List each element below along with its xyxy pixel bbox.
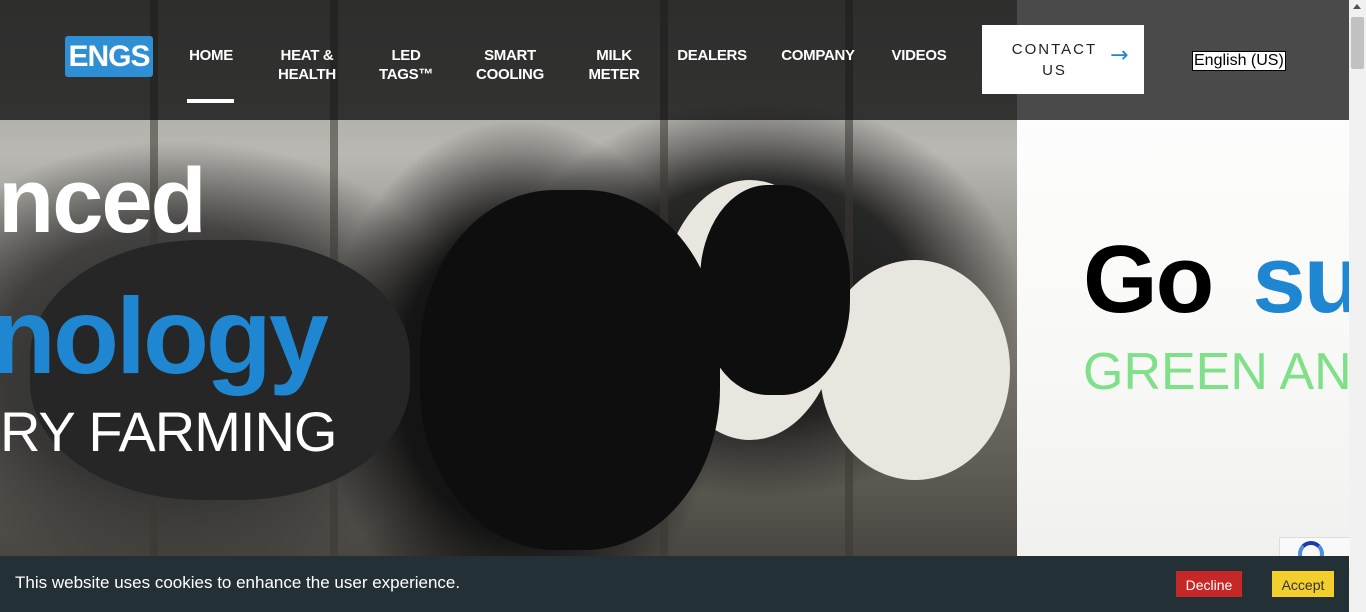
accept-button[interactable]: Accept	[1272, 571, 1334, 597]
engs-logo[interactable]: ENGS	[65, 36, 153, 77]
scrollbar-thumb[interactable]	[1351, 17, 1364, 69]
contact-line2: US	[1042, 62, 1067, 79]
nav-label: COOLING	[476, 66, 544, 83]
language-selector[interactable]: English (US)	[1192, 51, 1286, 71]
nav-label: HOME	[189, 47, 233, 64]
nav-label: VIDEOS	[891, 47, 947, 64]
nav-led-tags[interactable]: LED TAGS™	[376, 46, 436, 84]
nav-label: LED	[391, 47, 421, 64]
nav-label: TAGS™	[378, 66, 434, 83]
nav-label: COMPANY	[781, 47, 855, 64]
nav-label: DEALERS	[677, 47, 747, 64]
slide2-word-su: su	[1252, 226, 1349, 333]
nav-heat-health[interactable]: HEAT & HEALTH	[274, 46, 340, 84]
nav-milk-meter[interactable]: MILK METER	[586, 46, 642, 84]
slide2-word-go: Go	[1083, 226, 1214, 333]
slide2-subline: GREEN AN	[1083, 343, 1349, 401]
nav-videos[interactable]: VIDEOS	[889, 46, 949, 65]
contact-us-button[interactable]: CONTACT US →	[982, 25, 1144, 94]
scroll-up-arrow-icon[interactable]	[1353, 4, 1361, 9]
nav-label: HEAT &	[280, 47, 334, 64]
nav-label: HEALTH	[278, 66, 336, 83]
slide2-headline: Go su	[1083, 232, 1349, 328]
hero-headline-line2: nology	[0, 275, 329, 396]
arrow-right-icon: →	[1110, 43, 1129, 68]
hero-headline-line1: nced	[0, 150, 207, 252]
nav-active-indicator	[187, 99, 234, 103]
cow-image-part	[420, 190, 720, 550]
nav-label: MILK	[596, 47, 632, 64]
nav-company[interactable]: COMPANY	[778, 46, 858, 65]
decline-button[interactable]: Decline	[1176, 571, 1242, 597]
page-scrollbar[interactable]	[1349, 0, 1366, 612]
nav-home[interactable]: HOME	[188, 46, 234, 65]
cow-image-part	[700, 185, 850, 395]
nav-label: METER	[588, 66, 640, 83]
nav-label: SMART	[484, 47, 536, 64]
cookie-banner: This website uses cookies to enhance the…	[0, 556, 1349, 612]
hero-headline-line3: RY FARMING	[0, 400, 337, 463]
contact-line1: CONTACT	[1011, 41, 1098, 58]
nav-smart-cooling[interactable]: SMART COOLING	[472, 46, 548, 84]
cookie-message: This website uses cookies to enhance the…	[15, 573, 461, 592]
contact-us-label: CONTACT US	[1002, 39, 1107, 81]
nav-dealers[interactable]: DEALERS	[676, 46, 748, 65]
